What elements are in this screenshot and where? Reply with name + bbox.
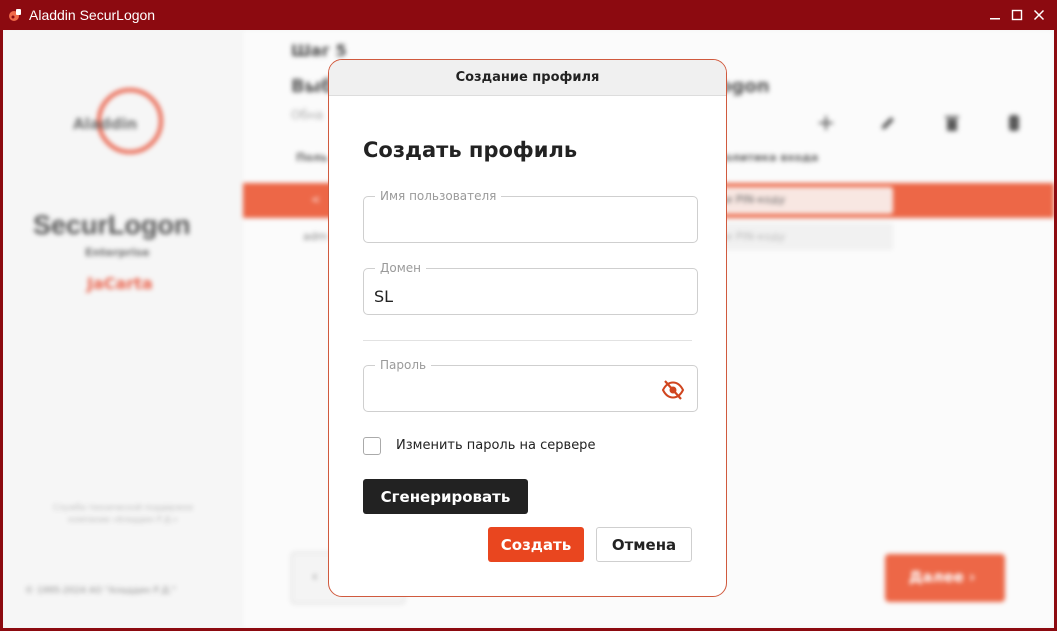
username-field[interactable]: Имя пользователя xyxy=(363,188,698,243)
app-icon xyxy=(9,9,21,21)
maximize-icon xyxy=(1011,9,1023,21)
password-field[interactable]: Пароль xyxy=(363,357,698,412)
domain-input[interactable] xyxy=(364,269,697,314)
change-password-label: Изменить пароль на сервере xyxy=(396,438,596,453)
domain-field[interactable]: Домен xyxy=(363,260,698,315)
minimize-icon xyxy=(990,18,1000,20)
maximize-button[interactable] xyxy=(1007,5,1027,25)
dialog-heading: Создать профиль xyxy=(363,138,578,162)
window-titlebar: Aladdin SecurLogon xyxy=(0,0,1057,30)
change-password-checkbox[interactable] xyxy=(363,437,381,455)
username-input[interactable] xyxy=(364,197,697,242)
close-icon xyxy=(1033,9,1045,21)
close-button[interactable] xyxy=(1029,5,1049,25)
minimize-button[interactable] xyxy=(985,5,1005,25)
eye-off-icon[interactable] xyxy=(661,378,685,402)
cancel-button[interactable]: Отмена xyxy=(596,527,692,562)
create-profile-dialog: Создание профиля Создать профиль Имя пол… xyxy=(328,59,727,597)
window-title: Aladdin SecurLogon xyxy=(29,7,156,23)
dialog-titlebar: Создание профиля xyxy=(329,60,726,96)
create-button[interactable]: Создать xyxy=(488,527,584,562)
dialog-title: Создание профиля xyxy=(455,70,600,85)
divider xyxy=(363,340,692,341)
generate-button[interactable]: Сгенерировать xyxy=(363,479,528,514)
password-input[interactable] xyxy=(364,366,697,411)
